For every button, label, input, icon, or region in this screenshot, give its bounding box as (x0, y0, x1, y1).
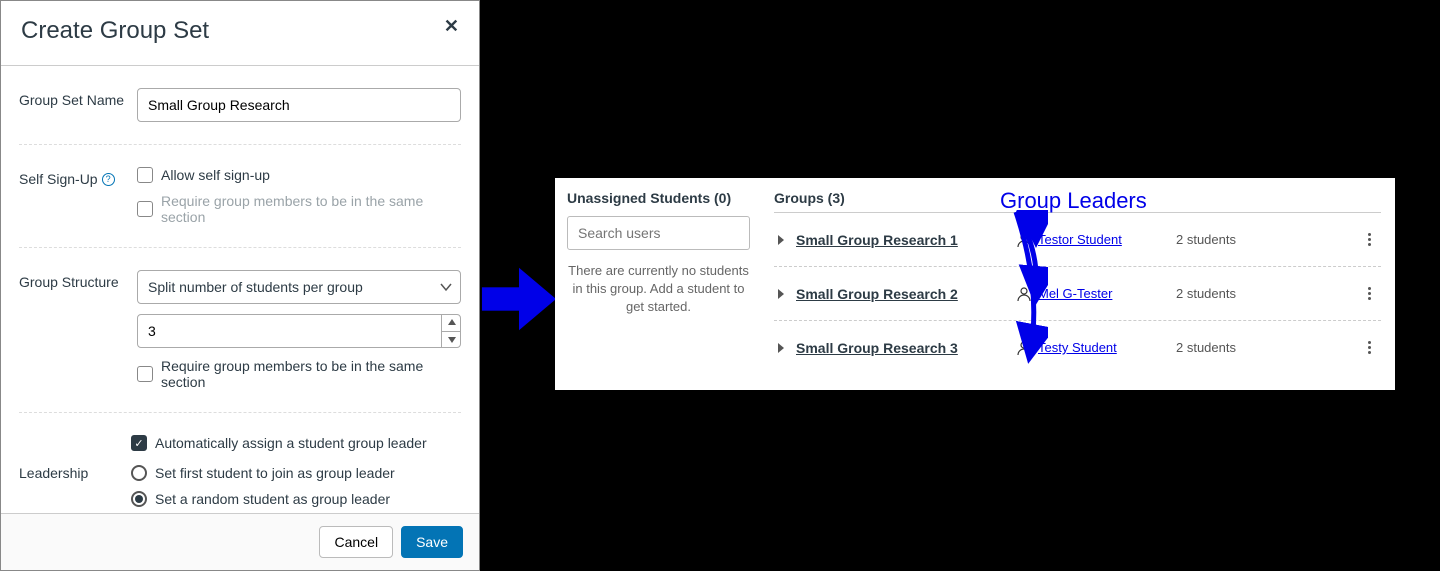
allow-self-signup-row[interactable]: Allow self sign-up (137, 167, 461, 183)
annotation-arrow-right-icon (480, 260, 558, 338)
radio-first-student[interactable] (131, 465, 147, 481)
expand-caret-icon[interactable] (778, 289, 784, 299)
groups-table: Small Group Research 1 Testor Student 2 … (774, 212, 1381, 374)
group-count-stepper[interactable] (137, 314, 461, 348)
radio-random-student[interactable] (131, 491, 147, 507)
group-name-link[interactable]: Small Group Research 3 (796, 340, 1016, 356)
auto-assign-leader-label: Automatically assign a student group lea… (155, 435, 427, 451)
unassigned-column: Unassigned Students (0) There are curren… (555, 178, 760, 390)
unassigned-empty-message: There are currently no students in this … (567, 262, 750, 317)
group-student-count: 2 students (1176, 286, 1296, 301)
group-name-link[interactable]: Small Group Research 1 (796, 232, 1016, 248)
radio-first-student-label: Set first student to join as group leade… (155, 465, 395, 481)
group-student-count: 2 students (1176, 340, 1296, 355)
expand-caret-icon[interactable] (778, 235, 784, 245)
allow-self-signup-label: Allow self sign-up (161, 167, 270, 183)
expand-caret-icon[interactable] (778, 343, 784, 353)
close-icon[interactable]: ✕ (444, 17, 459, 35)
chevron-down-icon (431, 270, 461, 304)
label-leadership: Leadership (19, 435, 137, 481)
label-self-signup: Self Sign-Up ? (19, 167, 137, 187)
group-structure-select-value: Split number of students per group (137, 270, 461, 304)
group-structure-select[interactable]: Split number of students per group (137, 270, 461, 304)
step-down-button[interactable] (442, 332, 461, 349)
label-self-signup-text: Self Sign-Up (19, 171, 98, 187)
checkbox-allow-self-signup[interactable] (137, 167, 153, 183)
radio-first-student-row[interactable]: Set first student to join as group leade… (131, 465, 461, 481)
require-same-section-signup-label: Require group members to be in the same … (161, 193, 461, 225)
group-kebab-menu[interactable] (1364, 229, 1375, 250)
dialog-title: Create Group Set (21, 17, 209, 45)
section-self-signup: Self Sign-Up ? Allow self sign-up Requir… (19, 145, 461, 248)
person-icon (1016, 286, 1032, 302)
group-leader-link[interactable]: Testor Student (1038, 232, 1122, 247)
checkbox-require-same-section-signup (137, 201, 153, 217)
auto-assign-leader-row[interactable]: ✓ Automatically assign a student group l… (131, 435, 461, 451)
require-same-section-signup-row: Require group members to be in the same … (137, 193, 461, 225)
step-up-button[interactable] (442, 314, 461, 332)
person-icon (1016, 340, 1032, 356)
unassigned-heading: Unassigned Students (0) (567, 190, 750, 206)
group-row: Small Group Research 2 Mel G-Tester 2 st… (774, 267, 1381, 321)
radio-random-student-label: Set a random student as group leader (155, 491, 390, 507)
require-same-section-structure-label: Require group members to be in the same … (161, 358, 461, 390)
group-leader-link[interactable]: Mel G-Tester (1038, 286, 1112, 301)
cancel-button[interactable]: Cancel (319, 526, 393, 558)
stepper-buttons (441, 314, 461, 348)
group-name-link[interactable]: Small Group Research 2 (796, 286, 1016, 302)
label-group-set-name: Group Set Name (19, 88, 137, 108)
radio-random-student-row[interactable]: Set a random student as group leader (131, 491, 461, 507)
checkbox-require-same-section-structure[interactable] (137, 366, 153, 382)
save-button[interactable]: Save (401, 526, 463, 558)
require-same-section-structure-row[interactable]: Require group members to be in the same … (137, 358, 461, 390)
group-student-count: 2 students (1176, 232, 1296, 247)
person-icon (1016, 232, 1032, 248)
create-group-set-dialog: Create Group Set ✕ Group Set Name Self S… (0, 0, 480, 571)
label-group-structure: Group Structure (19, 270, 137, 290)
section-leadership: Leadership ✓ Automatically assign a stud… (19, 413, 461, 513)
group-leader-link[interactable]: Testy Student (1038, 340, 1117, 355)
group-kebab-menu[interactable] (1364, 283, 1375, 304)
section-group-structure: Group Structure Split number of students… (19, 248, 461, 413)
checkbox-auto-assign-leader[interactable]: ✓ (131, 435, 147, 451)
group-row: Small Group Research 1 Testor Student 2 … (774, 213, 1381, 267)
group-row: Small Group Research 3 Testy Student 2 s… (774, 321, 1381, 374)
group-count-input[interactable] (137, 314, 461, 348)
section-group-set-name: Group Set Name (19, 66, 461, 145)
groups-result-panel: Unassigned Students (0) There are curren… (555, 178, 1395, 390)
dialog-footer: Cancel Save (1, 513, 479, 570)
annotation-group-leaders-label: Group Leaders (1000, 188, 1147, 214)
search-users-input[interactable] (567, 216, 750, 250)
group-set-name-input[interactable] (137, 88, 461, 122)
dialog-body: Group Set Name Self Sign-Up ? Allow self… (1, 66, 479, 513)
help-icon[interactable]: ? (102, 173, 115, 186)
group-kebab-menu[interactable] (1364, 337, 1375, 358)
dialog-header: Create Group Set ✕ (1, 1, 479, 66)
